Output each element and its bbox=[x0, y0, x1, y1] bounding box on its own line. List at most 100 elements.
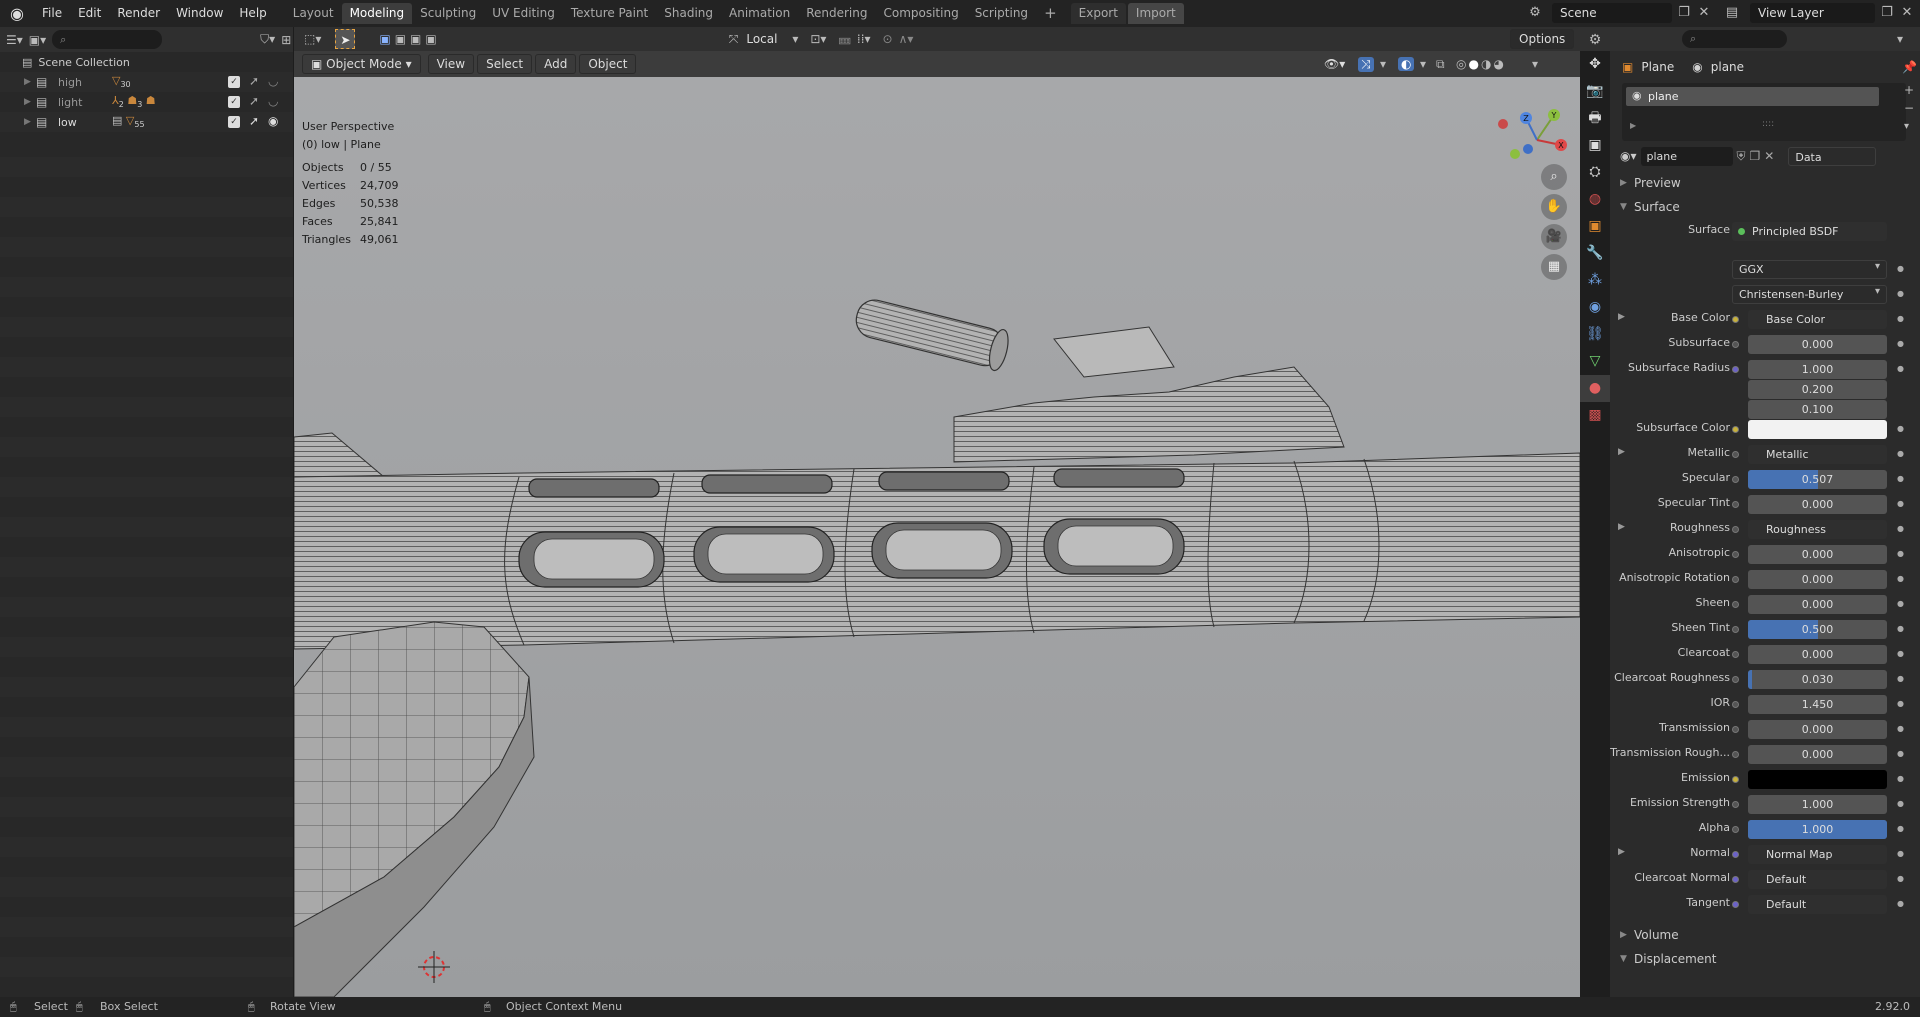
socket-dot-icon[interactable] bbox=[1732, 851, 1739, 858]
pan-hand-icon[interactable]: ✋ bbox=[1541, 194, 1567, 220]
remove-slot-button[interactable]: − bbox=[1904, 101, 1914, 115]
keyframe-dot-icon[interactable]: ● bbox=[1897, 849, 1904, 858]
outliner-search-input[interactable]: ⌕ bbox=[52, 30, 163, 49]
fake-user-icon[interactable]: ⛨ bbox=[1737, 149, 1746, 164]
value-field[interactable]: 0.000 bbox=[1748, 335, 1887, 354]
keyframe-dot-icon[interactable]: ● bbox=[1897, 824, 1904, 833]
shading-mode-icons[interactable]: ◎●◑◕ bbox=[1456, 57, 1506, 71]
visibility-icon[interactable]: ◉ bbox=[268, 114, 278, 128]
keyframe-dot-icon[interactable]: ● bbox=[1897, 649, 1904, 658]
shading-dropdown-icon[interactable]: ▾ bbox=[1532, 57, 1538, 71]
menu-edit[interactable]: Edit bbox=[70, 0, 109, 27]
outliner-row-low[interactable]: ▶ ▤ low ▤ ▽55 ✓ ➚ ◉ bbox=[0, 112, 293, 132]
data-tab-icon[interactable]: ▽ bbox=[1580, 348, 1610, 375]
header-dropdown-icon[interactable]: ▾ bbox=[1897, 32, 1903, 46]
expand-arrow-icon[interactable]: ▶ bbox=[24, 97, 36, 107]
socket-dot-icon[interactable] bbox=[1732, 501, 1739, 508]
value-field[interactable]: 0.000 bbox=[1748, 545, 1887, 564]
view-menu[interactable]: View bbox=[427, 54, 475, 74]
tab-uv-editing[interactable]: UV Editing bbox=[484, 3, 563, 24]
value-field[interactable]: 0.000 bbox=[1748, 745, 1887, 764]
editor-type-icon[interactable]: ☰▾ bbox=[6, 33, 23, 47]
scene-tab-icon[interactable]: ⛭ bbox=[1580, 159, 1610, 186]
keyframe-dot-icon[interactable]: ● bbox=[1897, 899, 1904, 908]
expand-arrow-icon[interactable]: ▶ bbox=[1618, 522, 1625, 532]
surface-section-header[interactable]: ▼ Surface bbox=[1610, 195, 1920, 219]
list-grip-icon[interactable]: :::: bbox=[1762, 119, 1774, 129]
zoom-icon[interactable]: ⌕ bbox=[1541, 164, 1567, 190]
value-field[interactable]: 1.000 bbox=[1748, 820, 1887, 839]
proportional-edit-icon[interactable]: ⊙ bbox=[883, 32, 893, 46]
keyframe-dot-icon[interactable]: ● bbox=[1897, 574, 1904, 583]
volume-section-header[interactable]: ▶ Volume bbox=[1610, 923, 1920, 947]
texture-tab-icon[interactable]: ▩ bbox=[1580, 402, 1610, 429]
tab-modeling[interactable]: Modeling bbox=[341, 3, 413, 24]
surface-shader-button[interactable]: Principled BSDF bbox=[1732, 222, 1887, 241]
keyframe-dot-icon[interactable]: ● bbox=[1897, 314, 1904, 323]
duplicate-material-icon[interactable]: ❐ bbox=[1750, 149, 1761, 163]
scene-name-field[interactable]: Scene bbox=[1552, 3, 1672, 23]
keyframe-dot-icon[interactable]: ● bbox=[1897, 524, 1904, 533]
selectable-icon[interactable]: ➚ bbox=[249, 114, 259, 128]
tab-rendering[interactable]: Rendering bbox=[798, 3, 875, 24]
render-tab-icon[interactable]: 📷 bbox=[1580, 78, 1610, 105]
blender-logo-icon[interactable]: ◉ bbox=[0, 0, 34, 27]
socket-dot-icon[interactable] bbox=[1732, 626, 1739, 633]
linked-socket-button[interactable]: Metallic bbox=[1748, 445, 1887, 464]
displacement-section-header[interactable]: ▼ Displacement bbox=[1610, 947, 1920, 971]
keyframe-dot-icon[interactable]: ● bbox=[1897, 874, 1904, 883]
socket-dot-icon[interactable] bbox=[1732, 341, 1739, 348]
output-tab-icon[interactable]: 🖶 bbox=[1580, 105, 1610, 132]
value-field[interactable]: 0.000 bbox=[1748, 645, 1887, 664]
transform-pivot-icon[interactable]: ⤧ bbox=[729, 32, 739, 47]
add-workspace-button[interactable]: + bbox=[1036, 3, 1065, 24]
add-menu[interactable]: Add bbox=[535, 54, 577, 74]
socket-dot-icon[interactable] bbox=[1732, 366, 1739, 373]
material-name-field[interactable]: plane bbox=[1640, 146, 1733, 166]
constraints-tab-icon[interactable]: ⛓ bbox=[1580, 321, 1610, 348]
select-menu[interactable]: Select bbox=[477, 54, 533, 74]
keyframe-dot-icon[interactable]: ● bbox=[1897, 474, 1904, 483]
tab-texture-paint[interactable]: Texture Paint bbox=[563, 3, 656, 24]
slot-menu-button[interactable]: ▾ bbox=[1904, 121, 1909, 132]
visibility-icon[interactable]: ◡ bbox=[268, 94, 278, 108]
particles-tab-icon[interactable]: ⁂ bbox=[1580, 267, 1610, 294]
socket-dot-icon[interactable] bbox=[1732, 876, 1739, 883]
socket-dot-icon[interactable] bbox=[1732, 576, 1739, 583]
material-slot-list[interactable]: plane ◉ ▶ :::: + − ▾ bbox=[1622, 83, 1914, 141]
tab-layout[interactable]: Layout bbox=[285, 3, 342, 24]
unlink-material-icon[interactable]: ✕ bbox=[1764, 149, 1774, 163]
keyframe-dot-icon[interactable]: ● bbox=[1897, 599, 1904, 608]
material-slot-item[interactable]: plane bbox=[1626, 87, 1879, 106]
xray-toggle-icon[interactable]: ⧉ bbox=[1436, 57, 1445, 72]
selectable-icon[interactable]: ➚ bbox=[249, 94, 259, 108]
linked-socket-button[interactable]: Roughness bbox=[1748, 520, 1887, 539]
view-layer-icon[interactable]: ▤ bbox=[1723, 4, 1741, 22]
object-tab-icon[interactable]: ▣ bbox=[1580, 213, 1610, 240]
properties-search-input[interactable]: ⌕ bbox=[1682, 30, 1787, 48]
navigation-gizmo[interactable]: Y Z X bbox=[1497, 105, 1577, 175]
tab-animation[interactable]: Animation bbox=[721, 3, 798, 24]
distribution-dropdown[interactable]: GGX bbox=[1732, 260, 1887, 279]
menu-window[interactable]: Window bbox=[168, 0, 231, 27]
socket-dot-icon[interactable] bbox=[1732, 601, 1739, 608]
selectable-icon[interactable]: ➚ bbox=[249, 74, 259, 88]
expand-arrow-icon[interactable]: ▶ bbox=[24, 77, 36, 87]
snap-settings-icon[interactable]: ⁞⁞▾ bbox=[857, 32, 871, 46]
outliner-row-light[interactable]: ▶ ▤ light ⅄2 ☗3 ☗ ✓ ➚ ◡ bbox=[0, 92, 293, 112]
value-field[interactable]: 0.000 bbox=[1748, 720, 1887, 739]
keyframe-dot-icon[interactable]: ● bbox=[1897, 549, 1904, 558]
export-button[interactable]: Export bbox=[1070, 3, 1126, 24]
pivot-point-icon[interactable]: ⊡▾ bbox=[810, 32, 826, 46]
scene-collection-row[interactable]: ▤ Scene Collection bbox=[0, 52, 293, 72]
pin-icon[interactable]: 📌 bbox=[1902, 60, 1917, 74]
exclude-checkbox[interactable]: ✓ bbox=[228, 96, 240, 108]
socket-dot-icon[interactable] bbox=[1732, 801, 1739, 808]
linked-socket-button[interactable]: Default bbox=[1748, 870, 1887, 889]
keyframe-dot-icon[interactable]: ● bbox=[1897, 774, 1904, 783]
link-dropdown[interactable]: Data bbox=[1788, 146, 1877, 166]
falloff-icon[interactable]: ∧▾ bbox=[899, 32, 914, 46]
viewport-canvas[interactable]: User Perspective (0) low | Plane Objects… bbox=[294, 77, 1580, 997]
exclude-checkbox[interactable]: ✓ bbox=[228, 116, 240, 128]
keyframe-dot-icon[interactable]: ● bbox=[1897, 724, 1904, 733]
